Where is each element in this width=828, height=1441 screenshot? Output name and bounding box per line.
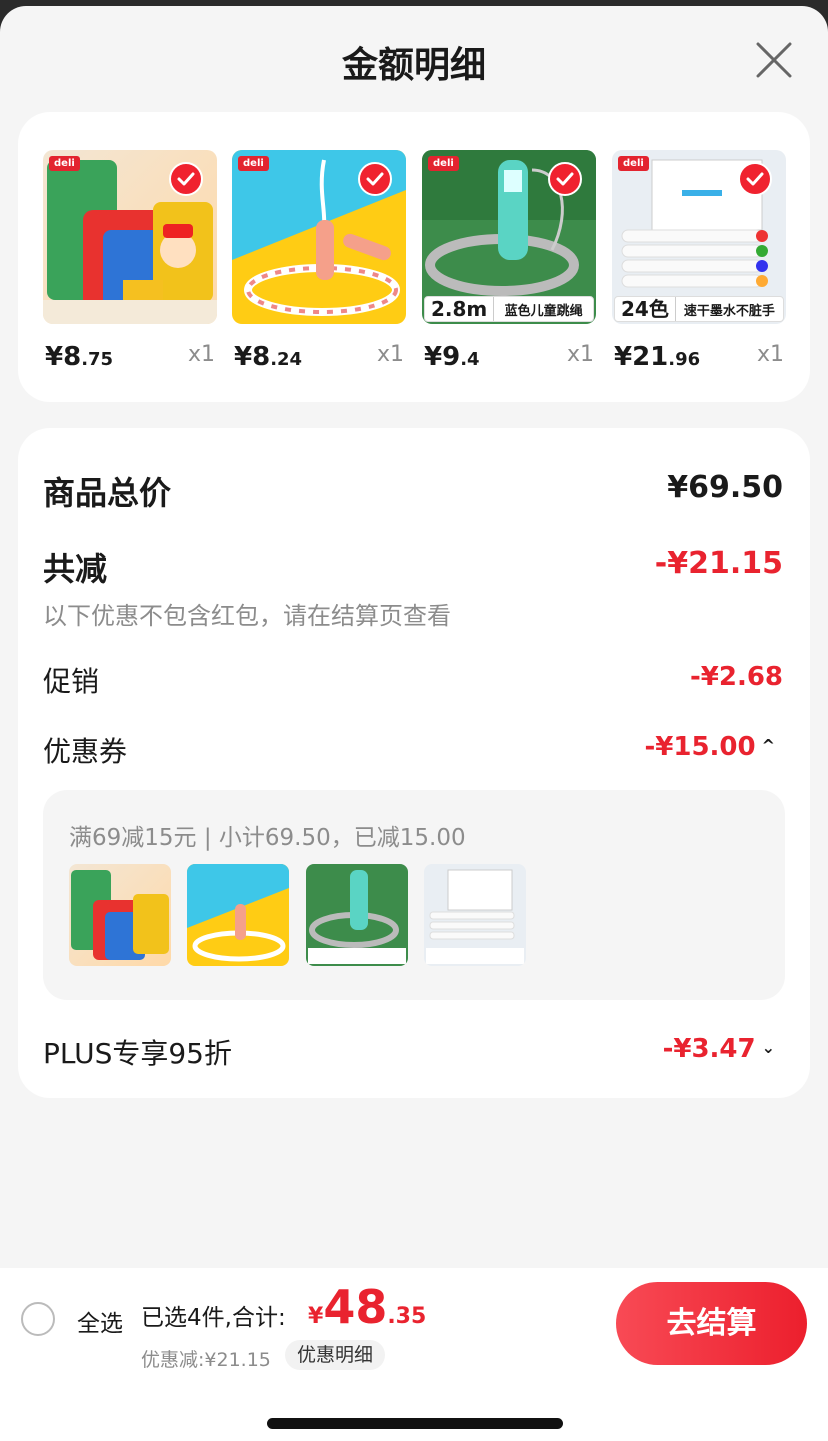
plus-discount-row[interactable]: PLUS专享95折 -¥3.47 ⌄ [43, 1032, 783, 1072]
total-price-value: ¥69.50 [667, 470, 783, 505]
products-card: deli ¥8.75 x1 deli ¥8.24 x1 deli 2.8m 蓝色… [18, 112, 810, 402]
coupon-product-thumb [187, 864, 289, 966]
product-quantity: x1 [376, 342, 404, 367]
coupon-row[interactable]: 优惠券 -¥15.00 ^ [43, 730, 783, 770]
total-reduction-row: 共减 -¥21.15 [43, 544, 783, 590]
total-price-row: 商品总价 ¥69.50 [43, 468, 783, 514]
product-image[interactable]: deli 24色 速干墨水不脏手 [612, 150, 786, 324]
selected-count: 已选4件,合计: [141, 1305, 286, 1331]
close-icon[interactable] [754, 40, 794, 80]
product-image[interactable]: deli [43, 150, 217, 324]
product-feature-tag: 2.8m 蓝色儿童跳绳 [424, 296, 594, 322]
plus-discount-label: PLUS专享95折 [43, 1037, 232, 1070]
product-image[interactable]: deli 2.8m 蓝色儿童跳绳 [422, 150, 596, 324]
product-image[interactable]: deli [232, 150, 406, 324]
promotion-label: 促销 [43, 665, 100, 698]
total-reduction-label: 共减 [43, 550, 108, 588]
selected-check-icon[interactable] [358, 162, 392, 196]
product-quantity: x1 [566, 342, 594, 367]
coupon-value-wrap[interactable]: -¥15.00 ^ [644, 732, 775, 762]
product-item[interactable]: deli ¥8.24 x1 [232, 150, 406, 372]
selected-check-icon[interactable] [738, 162, 772, 196]
total-reduction-value: -¥21.15 [654, 546, 783, 581]
amount-detail-sheet: 金额明细 deli ¥8.75 x1 deli ¥8.24 x1 deli 2.… [0, 6, 828, 1441]
reduction-note: 以下优惠不包含红包，请在结算页查看 [43, 602, 451, 630]
plus-value-wrap[interactable]: -¥3.47 ⌄ [663, 1034, 775, 1064]
product-item[interactable]: deli 24色 速干墨水不脏手 ¥21.96 x1 [612, 150, 786, 372]
price-details-card: 商品总价 ¥69.50 共减 -¥21.15 以下优惠不包含红包，请在结算页查看… [18, 428, 810, 1098]
product-price: ¥21.96 [614, 342, 701, 372]
product-quantity: x1 [756, 342, 784, 367]
product-price: ¥8.24 [234, 342, 303, 372]
promotion-value: -¥2.68 [689, 662, 783, 692]
brand-logo: deli [49, 156, 80, 171]
chevron-down-icon: ⌄ [761, 1038, 775, 1057]
discount-detail-button[interactable]: 优惠明细 [285, 1340, 386, 1370]
brand-logo: deli [428, 156, 459, 171]
product-quantity: x1 [187, 342, 215, 367]
product-price: ¥9.4 [424, 342, 480, 372]
brand-logo: deli [238, 156, 269, 171]
coupon-product-thumb [69, 864, 171, 966]
chevron-up-icon: ^ [761, 736, 775, 755]
home-indicator [267, 1418, 563, 1429]
promotion-row: 促销 -¥2.68 [43, 660, 783, 700]
total-price-label: 商品总价 [43, 474, 172, 512]
sheet-title: 金额明细 [341, 45, 486, 86]
coupon-label: 优惠券 [43, 735, 128, 768]
coupon-product-thumb [424, 864, 526, 966]
checkout-button[interactable]: 去结算 [616, 1282, 807, 1365]
product-price: ¥8.75 [45, 342, 114, 372]
sheet-header: 金额明细 [0, 6, 828, 110]
coupon-detail-text: 满69减15元 | 小计69.50，已减15.00 [69, 825, 466, 851]
selected-check-icon[interactable] [169, 162, 203, 196]
coupon-product-thumb [306, 864, 408, 966]
selected-check-icon[interactable] [548, 162, 582, 196]
checkout-bar: 全选 已选4件,合计: ¥48.35 优惠减:¥21.15 优惠明细 去结算 [0, 1268, 828, 1441]
product-feature-tag: 24色 速干墨水不脏手 [614, 296, 784, 322]
plus-discount-value: -¥3.47 [662, 1034, 756, 1064]
coupon-detail-panel: 满69减15元 | 小计69.50，已减15.00 [43, 790, 785, 1000]
total-amount: ¥48.35 [308, 1280, 427, 1334]
select-all-label[interactable]: 全选 [77, 1304, 123, 1338]
product-item[interactable]: deli 2.8m 蓝色儿童跳绳 ¥9.4 x1 [422, 150, 596, 372]
brand-logo: deli [618, 156, 649, 171]
coupon-value: -¥15.00 [644, 732, 756, 762]
product-item[interactable]: deli ¥8.75 x1 [43, 150, 217, 372]
discount-summary: 优惠减:¥21.15 [141, 1349, 271, 1371]
select-all-radio[interactable] [21, 1302, 55, 1336]
